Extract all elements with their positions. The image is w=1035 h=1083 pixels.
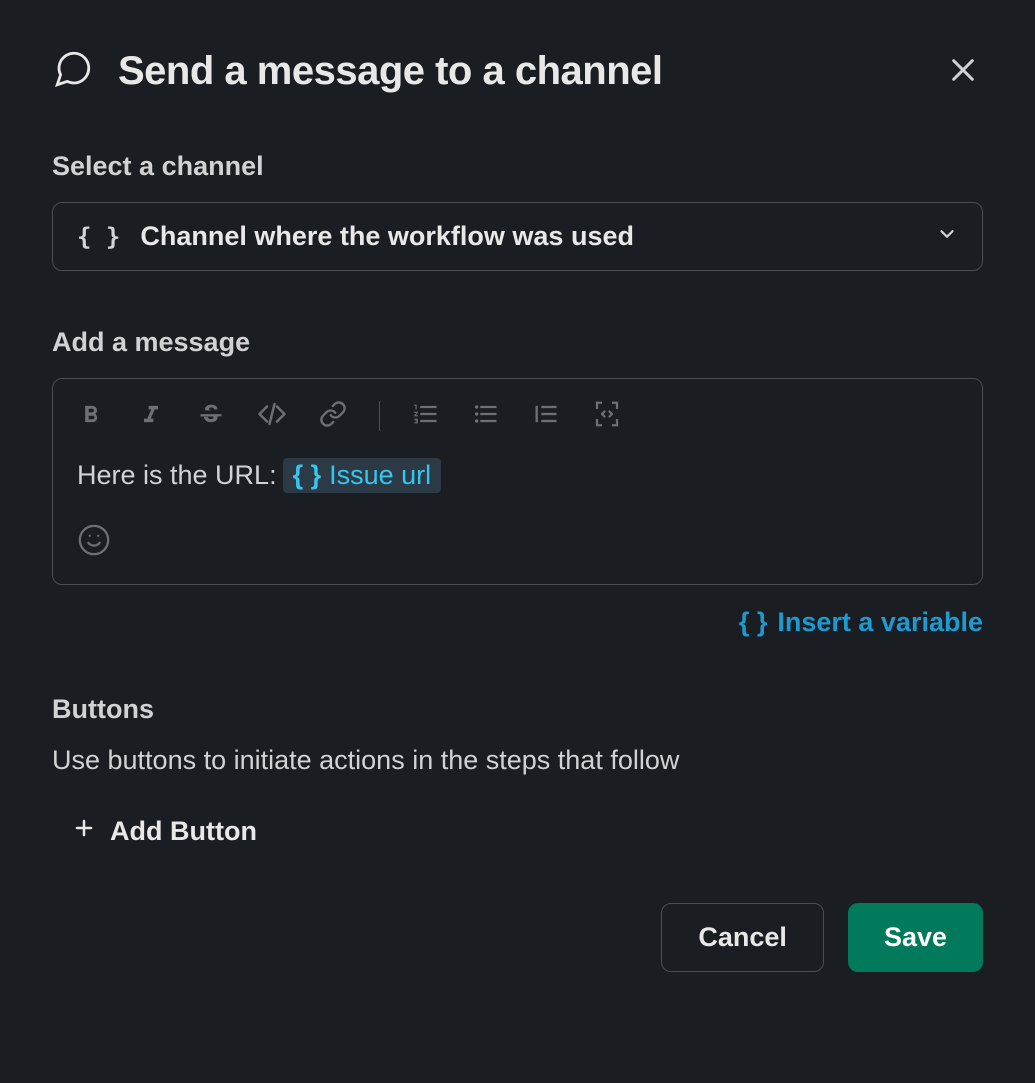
strikethrough-button[interactable] (197, 400, 225, 431)
header-left: Send a message to a channel (52, 48, 663, 95)
message-icon (52, 48, 94, 95)
channel-label: Select a channel (52, 151, 983, 182)
insert-variable-label: Insert a variable (777, 607, 983, 638)
channel-select[interactable]: { } Channel where the workflow was used (52, 202, 983, 271)
message-section: Add a message (52, 327, 983, 638)
code-block-button[interactable] (592, 399, 622, 432)
braces-icon: { } (77, 223, 120, 251)
buttons-description: Use buttons to initiate actions in the s… (52, 745, 983, 776)
blockquote-button[interactable] (532, 400, 560, 431)
dialog-header: Send a message to a channel (52, 48, 983, 95)
code-block-icon (592, 399, 622, 432)
close-button[interactable] (943, 50, 983, 93)
variable-chip-label: Issue url (329, 460, 431, 491)
emoji-button[interactable] (77, 523, 111, 560)
bullet-list-button[interactable] (472, 400, 500, 431)
cancel-button[interactable]: Cancel (661, 903, 824, 972)
channel-select-content: { } Channel where the workflow was used (77, 221, 634, 252)
strikethrough-icon (197, 400, 225, 431)
editor-content[interactable]: Here is the URL: { } Issue url (53, 446, 982, 505)
variable-chip[interactable]: { } Issue url (283, 458, 442, 493)
editor-footer (53, 505, 982, 584)
braces-icon: { } (739, 607, 768, 638)
plus-icon (72, 816, 96, 847)
link-button[interactable] (319, 400, 347, 431)
buttons-section: Buttons Use buttons to initiate actions … (52, 694, 983, 847)
italic-button[interactable] (137, 400, 165, 431)
close-icon (947, 74, 979, 89)
smile-icon (77, 545, 111, 560)
editor-toolbar (53, 379, 982, 446)
ordered-list-button[interactable] (412, 400, 440, 431)
editor-text: Here is the URL: (77, 460, 277, 491)
insert-variable-button[interactable]: { } Insert a variable (739, 607, 983, 638)
channel-section: Select a channel { } Channel where the w… (52, 151, 983, 271)
braces-icon: { } (293, 460, 322, 491)
footer-actions: Cancel Save (52, 903, 983, 972)
bullet-list-icon (472, 400, 500, 431)
buttons-label: Buttons (52, 694, 983, 725)
add-button-label: Add Button (110, 816, 257, 847)
code-icon (257, 399, 287, 432)
insert-variable-row: { } Insert a variable (52, 607, 983, 638)
italic-icon (137, 400, 165, 431)
chevron-down-icon (936, 223, 958, 250)
ordered-list-icon (412, 400, 440, 431)
save-button[interactable]: Save (848, 903, 983, 972)
message-label: Add a message (52, 327, 983, 358)
code-button[interactable] (257, 399, 287, 432)
link-icon (319, 400, 347, 431)
message-editor: Here is the URL: { } Issue url (52, 378, 983, 585)
bold-icon (77, 400, 105, 431)
channel-select-value: Channel where the workflow was used (140, 221, 634, 252)
dialog-title: Send a message to a channel (118, 49, 663, 94)
blockquote-icon (532, 400, 560, 431)
toolbar-divider (379, 401, 380, 431)
bold-button[interactable] (77, 400, 105, 431)
add-button-button[interactable]: Add Button (52, 816, 257, 847)
